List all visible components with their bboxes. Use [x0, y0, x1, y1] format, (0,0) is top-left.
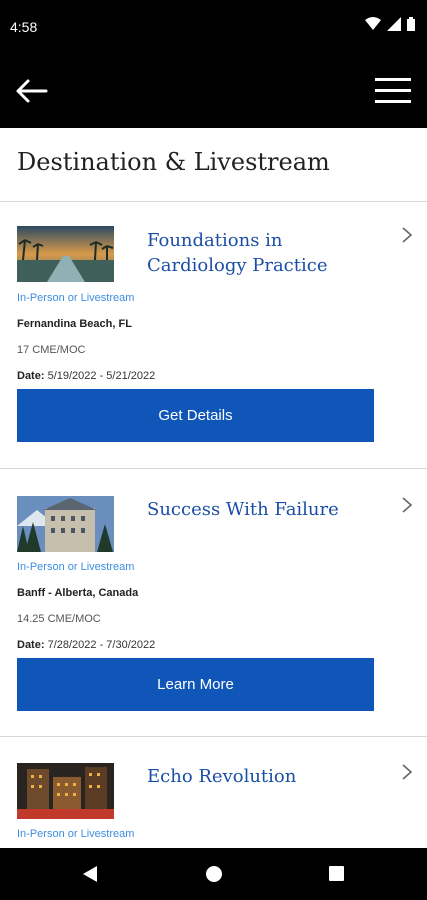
get-details-button[interactable]: Get Details: [17, 389, 374, 442]
event-image-hotel: [17, 496, 114, 552]
arrow-left-icon: [16, 79, 48, 103]
event-format: In-Person or Livestream: [17, 828, 135, 840]
event-format: In-Person or Livestream: [17, 292, 135, 304]
status-time: 4:58: [10, 19, 38, 35]
nav-recents-icon[interactable]: [328, 865, 345, 887]
event-title[interactable]: Success With Failure: [147, 497, 387, 522]
date-range: 5/19/2022 - 5/21/2022: [47, 370, 156, 382]
system-nav-bar: [0, 848, 427, 900]
signal-icon: [387, 17, 401, 36]
status-bar: 4:58: [0, 0, 427, 52]
event-title[interactable]: Foundations in Cardiology Practice: [147, 228, 387, 278]
event-date: Date: 5/19/2022 - 5/21/2022: [17, 370, 155, 382]
chevron-right-icon[interactable]: [401, 763, 413, 781]
event-credits: 17 CME/MOC: [17, 344, 86, 356]
event-format: In-Person or Livestream: [17, 561, 135, 573]
event-image-beach: [17, 226, 114, 282]
event-location: Fernandina Beach, FL: [17, 318, 132, 330]
event-title[interactable]: Echo Revolution: [147, 764, 387, 789]
battery-icon: [407, 17, 415, 36]
status-icons: [365, 17, 415, 36]
chevron-right-icon[interactable]: [401, 226, 413, 244]
event-location: Banff - Alberta, Canada: [17, 587, 139, 599]
event-card[interactable]: Echo Revolution In-Person or Livestream: [0, 737, 427, 848]
chevron-right-icon[interactable]: [401, 496, 413, 514]
date-label: Date:: [17, 370, 45, 382]
event-image-city: [17, 763, 114, 819]
event-credits: 14.25 CME/MOC: [17, 613, 101, 625]
hamburger-menu-icon: [375, 78, 411, 103]
event-card[interactable]: Foundations in Cardiology Practice In-Pe…: [0, 202, 427, 467]
date-label: Date:: [17, 639, 45, 651]
page-title: Destination & Livestream: [17, 148, 330, 176]
event-card[interactable]: Success With Failure In-Person or Livest…: [0, 469, 427, 735]
event-date: Date: 7/28/2022 - 7/30/2022: [17, 639, 155, 651]
menu-button[interactable]: [373, 74, 413, 106]
learn-more-button[interactable]: Learn More: [17, 658, 374, 711]
back-button[interactable]: [14, 76, 52, 106]
content: Destination & Livestream Foundations in …: [0, 128, 427, 848]
wifi-icon: [365, 17, 381, 36]
date-range: 7/28/2022 - 7/30/2022: [47, 639, 156, 651]
app-bar: [0, 52, 427, 128]
nav-back-icon[interactable]: [82, 865, 98, 888]
nav-home-icon[interactable]: [205, 865, 223, 888]
